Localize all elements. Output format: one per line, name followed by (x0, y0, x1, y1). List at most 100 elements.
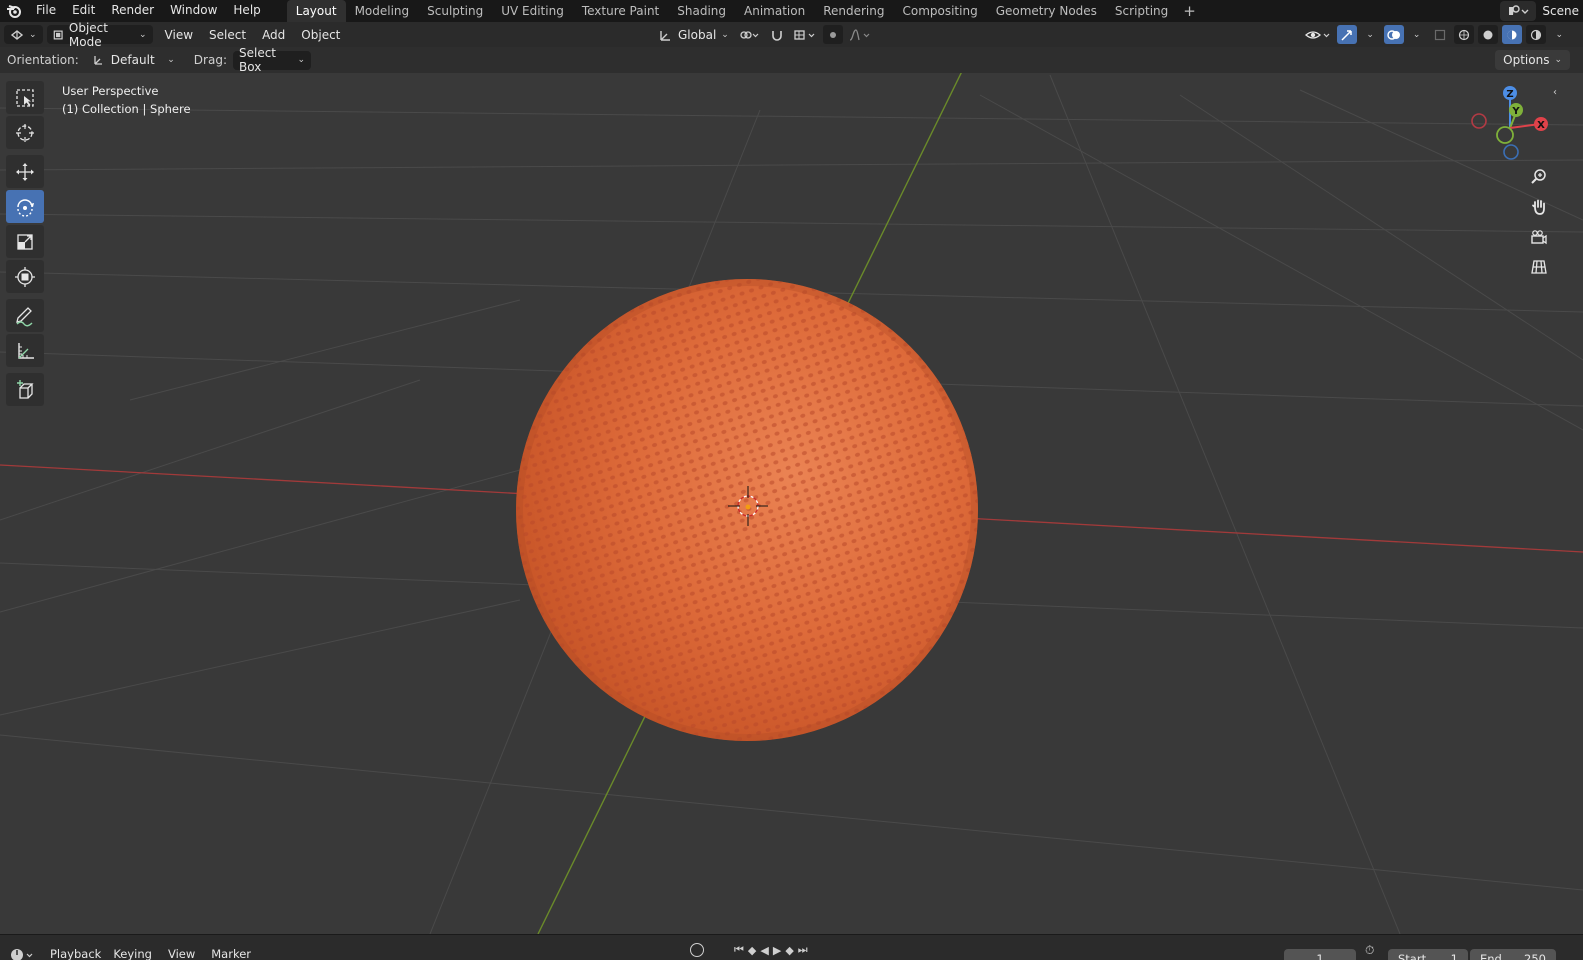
menu-object[interactable]: Object (293, 28, 348, 42)
sidebar-toggle-arrow-icon[interactable]: ‹ (1553, 87, 1557, 98)
wireframe-shading-icon[interactable] (1454, 25, 1475, 44)
3d-viewport[interactable]: User Perspective (1) Collection | Sphere (0, 73, 1583, 934)
tab-rendering[interactable]: Rendering (814, 0, 893, 22)
transform-orientation-dropdown[interactable]: Global ⌄ (656, 25, 731, 44)
chevron-down-icon[interactable]: ⌄ (1555, 30, 1563, 40)
snap-icon[interactable] (767, 25, 787, 44)
next-keyframe-icon[interactable]: ◆ (785, 944, 793, 957)
add-workspace-button[interactable]: + (1177, 0, 1202, 22)
select-box-tool[interactable] (6, 81, 44, 114)
playback-controls: ⏮ ◆ ◀ ▶ ◆ ⏭ (690, 943, 808, 957)
menu-file[interactable]: File (28, 0, 64, 22)
workspace-tabs: Layout Modeling Sculpting UV Editing Tex… (286, 0, 1202, 22)
mode-label: Object Mode (68, 20, 108, 49)
chevron-down-icon: ⌄ (29, 29, 37, 40)
pivot-point-icon[interactable] (735, 25, 763, 44)
chevron-down-icon[interactable]: ⌄ (1366, 30, 1374, 40)
orientation-dropdown[interactable]: Default ⌄ (85, 51, 181, 70)
measure-tool[interactable] (6, 334, 44, 367)
current-frame-field[interactable]: 1 (1284, 949, 1356, 960)
tab-scripting[interactable]: Scripting (1106, 0, 1177, 22)
transform-icon (15, 266, 35, 287)
menu-keying[interactable]: Keying (107, 947, 158, 960)
prev-keyframe-icon[interactable]: ◆ (748, 944, 756, 957)
end-label: End (1480, 952, 1502, 960)
pan-view-button[interactable] (1525, 193, 1553, 220)
viewport-display-controls: ⌄ ⌄ ⌄ (1303, 25, 1563, 44)
neg-x-axis-icon (1471, 113, 1487, 129)
gizmo-toggle-icon[interactable] (1337, 25, 1358, 44)
mode-dropdown[interactable]: Object Mode ⌄ (46, 21, 153, 49)
stopwatch-icon[interactable]: ⏱ (1365, 943, 1374, 958)
proportional-editing-icon[interactable] (822, 25, 843, 44)
options-dropdown[interactable]: Options ⌄ (1495, 50, 1570, 70)
chevron-down-icon: ⌄ (167, 55, 175, 65)
tab-shading[interactable]: Shading (668, 0, 735, 22)
gizmo-z-label: Z (1506, 89, 1513, 100)
tab-geometry-nodes[interactable]: Geometry Nodes (987, 0, 1106, 22)
menu-marker[interactable]: Marker (205, 947, 257, 960)
tab-uv-editing[interactable]: UV Editing (492, 0, 573, 22)
move-tool[interactable] (6, 155, 44, 188)
tab-compositing[interactable]: Compositing (893, 0, 986, 22)
chevron-down-icon[interactable]: ⌄ (1413, 30, 1421, 40)
scale-tool[interactable] (6, 225, 44, 258)
menu-timeline-view[interactable]: View (162, 947, 201, 960)
blender-logo-icon[interactable] (0, 0, 28, 22)
scene-browse-button[interactable] (1500, 1, 1537, 21)
rendered-shading-icon[interactable] (1526, 25, 1547, 44)
drag-value: Select Box (238, 46, 277, 74)
zoom-view-button[interactable] (1525, 163, 1553, 190)
jump-end-icon[interactable]: ⏭ (798, 943, 808, 957)
tab-modeling[interactable]: Modeling (346, 0, 419, 22)
grid-perspective-icon (1531, 259, 1547, 274)
tab-sculpting[interactable]: Sculpting (418, 0, 492, 22)
menu-window[interactable]: Window (162, 0, 225, 22)
top-menu-bar: File Edit Render Window Help Layout Mode… (0, 0, 1583, 22)
timeline-editor-icon[interactable] (10, 946, 36, 960)
tab-layout[interactable]: Layout (286, 0, 346, 22)
snap-target-icon[interactable] (791, 25, 819, 44)
rotate-tool[interactable] (6, 190, 44, 223)
drag-dropdown[interactable]: Select Box ⌄ (232, 46, 311, 74)
scene-name[interactable]: Scene (1540, 4, 1583, 18)
menu-edit[interactable]: Edit (64, 0, 103, 22)
editor-type-button[interactable]: ⌄ (4, 25, 43, 44)
jump-start-icon[interactable]: ⏮ (734, 943, 744, 957)
visibility-icon[interactable] (1303, 25, 1333, 44)
orientation-label: Global (678, 27, 717, 42)
play-icon[interactable]: ▶ (773, 944, 781, 957)
tool-settings-bar: Orientation: Default ⌄ Drag: Select Box … (0, 46, 1583, 74)
cursor-tool[interactable] (6, 116, 44, 149)
menu-playback[interactable]: Playback (44, 947, 107, 960)
play-reverse-icon[interactable]: ◀ (760, 944, 768, 957)
falloff-icon[interactable] (847, 25, 873, 44)
menu-render[interactable]: Render (103, 0, 162, 22)
start-frame-field[interactable]: Start 1 (1388, 949, 1468, 960)
viewport-info: User Perspective (1) Collection | Sphere (62, 82, 191, 118)
zoom-icon (1531, 168, 1546, 184)
menu-view[interactable]: View (157, 28, 201, 42)
transform-tool[interactable] (6, 260, 44, 293)
overlays-toggle-icon[interactable] (1383, 25, 1404, 44)
tab-animation[interactable]: Animation (735, 0, 814, 22)
annotate-tool[interactable] (6, 299, 44, 332)
menu-add[interactable]: Add (254, 28, 293, 42)
add-cube-tool[interactable] (6, 373, 44, 406)
tab-texture-paint[interactable]: Texture Paint (573, 0, 668, 22)
xray-icon[interactable] (1430, 25, 1450, 44)
navigation-gizmo[interactable]: Z Y X (1463, 83, 1558, 168)
perspective-toggle-button[interactable] (1525, 253, 1553, 280)
solid-shading-icon[interactable] (1478, 25, 1499, 44)
chevron-down-icon: ⌄ (297, 55, 305, 65)
orientation-field-label: Orientation: (7, 53, 79, 67)
menu-select[interactable]: Select (201, 28, 254, 42)
camera-view-button[interactable] (1525, 223, 1553, 250)
record-icon[interactable] (690, 943, 704, 957)
menu-help[interactable]: Help (225, 0, 268, 22)
end-frame-field[interactable]: End 250 (1470, 949, 1556, 960)
object-mode-icon (53, 30, 63, 39)
viewport-grid (0, 73, 1583, 934)
sphere-object[interactable] (510, 275, 990, 745)
material-preview-shading-icon[interactable] (1502, 25, 1523, 44)
